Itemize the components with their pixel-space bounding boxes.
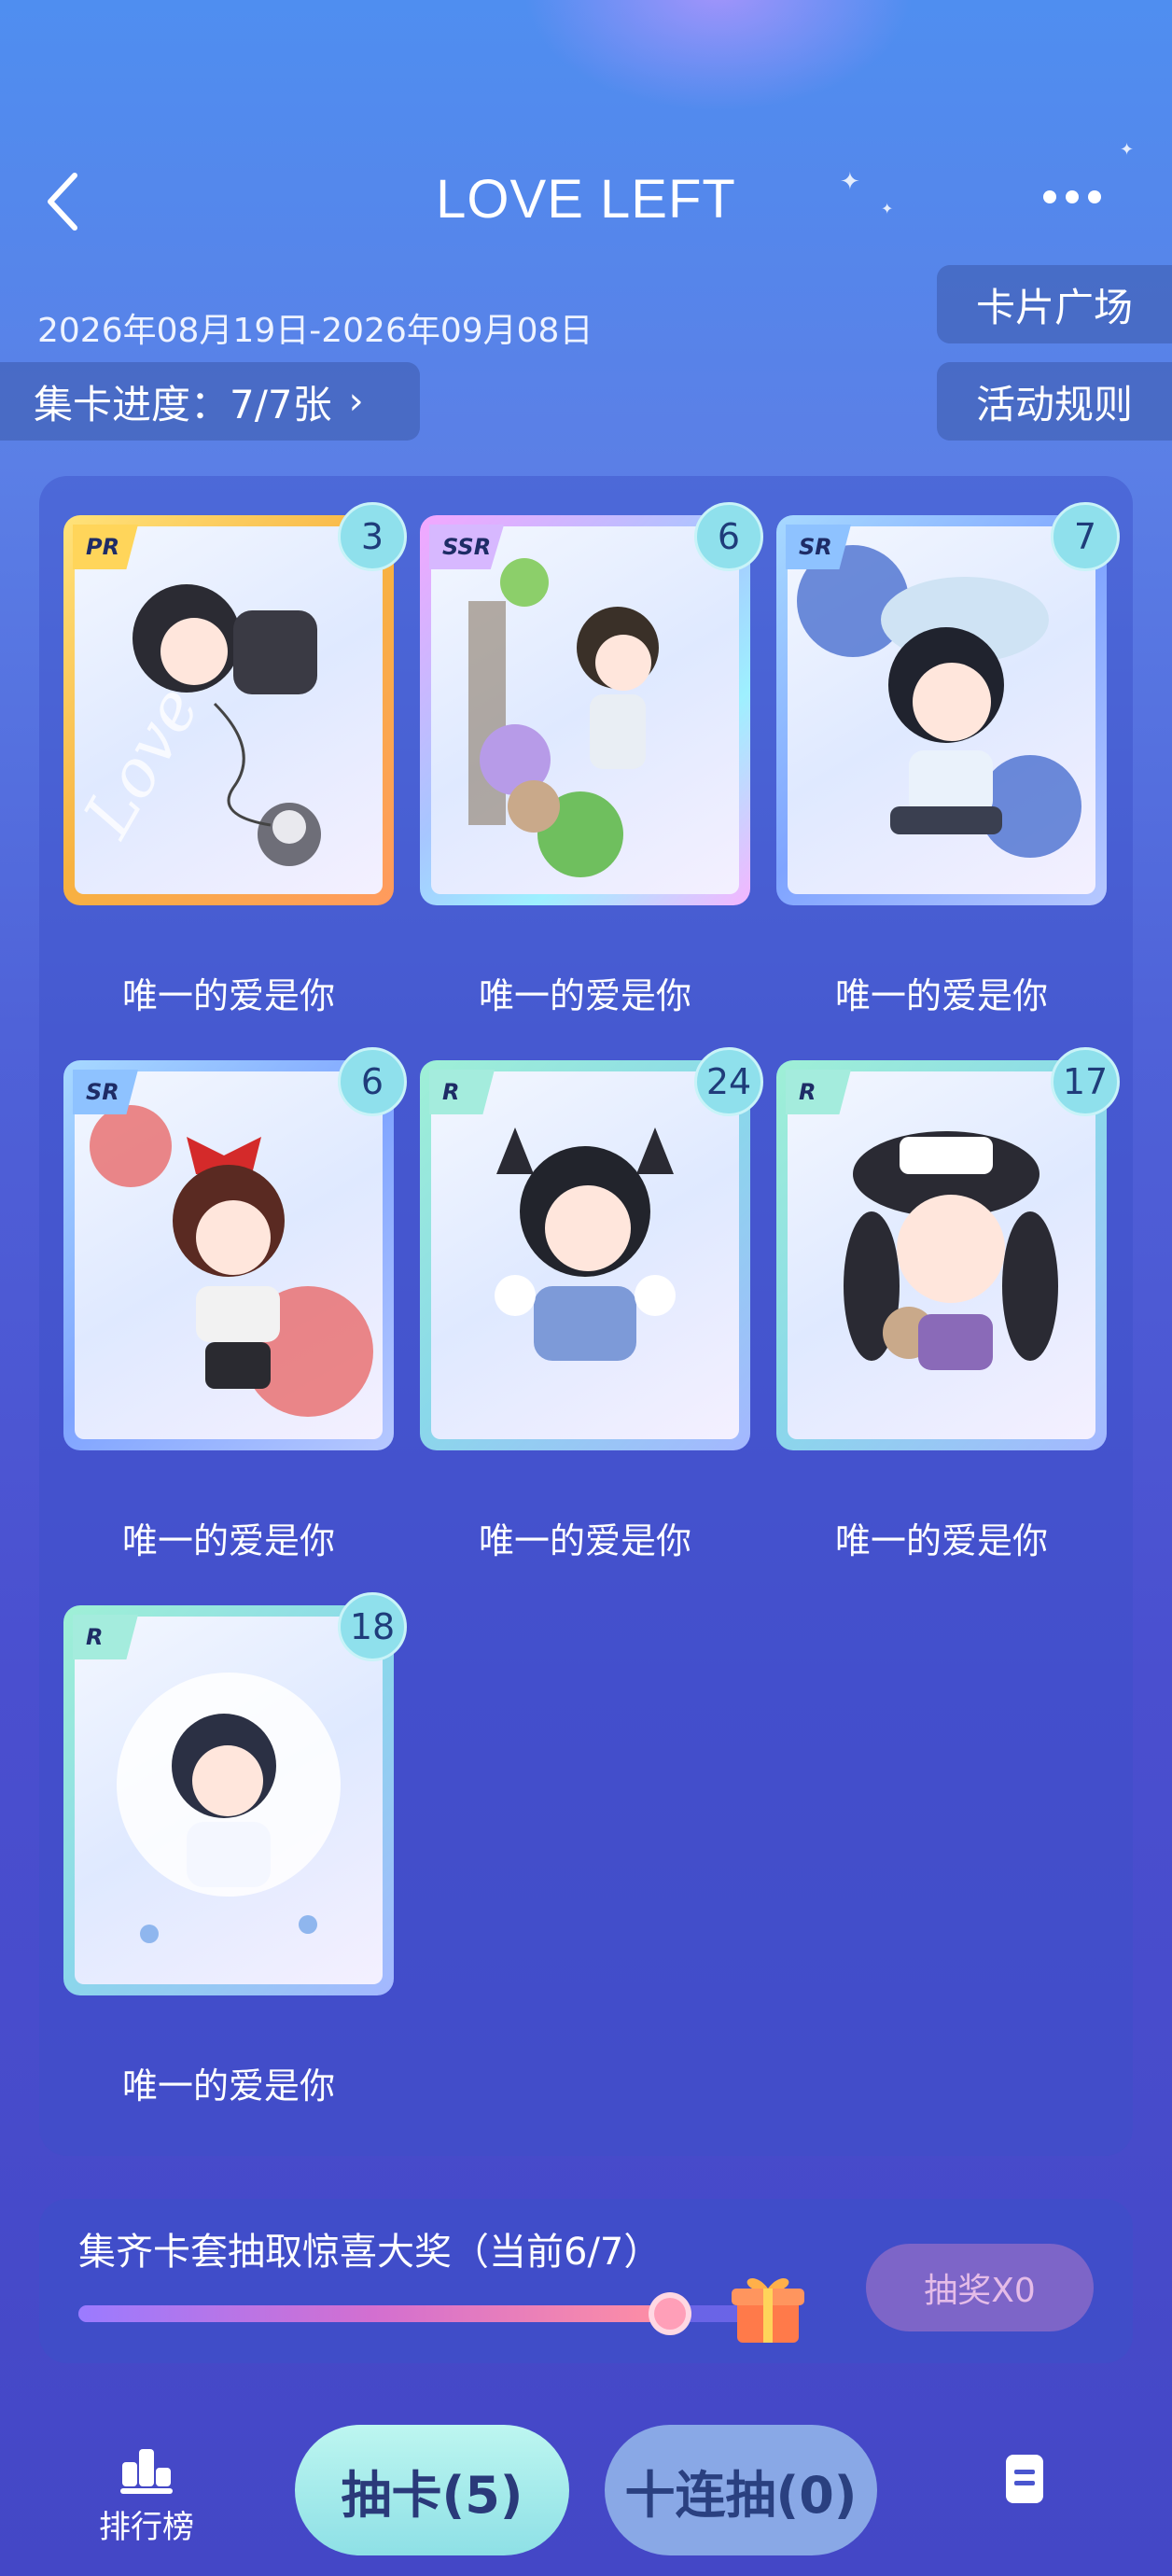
- more-icon-dot: [1066, 189, 1079, 203]
- lottery-draw-button[interactable]: 抽奖X0: [866, 2244, 1094, 2331]
- progress-knob: [649, 2292, 692, 2335]
- card-square-label: 卡片广场: [975, 284, 1133, 330]
- card-square-button[interactable]: 卡片广场: [937, 265, 1172, 343]
- collection-progress-label: 集卡进度：7/7张: [34, 381, 332, 427]
- card-illustration: [788, 526, 1095, 894]
- card-item[interactable]: R 18: [63, 1592, 407, 1995]
- card-name: 唯一的爱是你: [121, 2065, 335, 2107]
- svg-text:Love: Love: [75, 674, 215, 851]
- bonus-progress-fill: [78, 2305, 671, 2322]
- bonus-description: 集齐卡套抽取惊喜大奖（当前6/7）: [78, 2231, 662, 2274]
- background-glow: [523, 0, 914, 112]
- card-count-badge: 18: [338, 1592, 407, 1661]
- record-tab[interactable]: [1004, 2453, 1045, 2505]
- ranking-tab[interactable]: 排行榜: [86, 2445, 207, 2547]
- card-illustration: Love: [75, 526, 383, 894]
- gift-icon: [726, 2264, 810, 2348]
- activity-rules-button[interactable]: 活动规则: [937, 362, 1172, 441]
- card-item[interactable]: SR 7: [776, 502, 1120, 905]
- card-count-badge: 6: [694, 502, 763, 571]
- card-name: 唯一的爱是你: [121, 1520, 335, 1561]
- card-illustration: [431, 1071, 739, 1439]
- chevron-right-icon: ›: [348, 380, 364, 423]
- more-icon-dot: [1088, 189, 1101, 203]
- card-illustration: [75, 1617, 383, 1984]
- ranking-icon: [120, 2449, 173, 2494]
- card-count-badge: 24: [694, 1047, 763, 1116]
- card-count-badge: 6: [338, 1047, 407, 1116]
- card-name: 唯一的爱是你: [478, 975, 691, 1016]
- card-collection-panel: Love PR 3 唯一的爱是你 SSR 6 唯一的爱是你 SR 7 唯一的爱是…: [39, 476, 1133, 2156]
- event-date-range: 2026年08月19日-2026年09月08日: [37, 312, 593, 350]
- card-count-badge: 3: [338, 502, 407, 571]
- card-illustration: [75, 1071, 383, 1439]
- card-name: 唯一的爱是你: [121, 975, 335, 1016]
- record-icon: [1006, 2455, 1043, 2503]
- card-item[interactable]: R 17: [776, 1047, 1120, 1450]
- collection-progress-button[interactable]: 集卡进度：7/7张 ›: [0, 362, 420, 441]
- draw-card-button[interactable]: 抽卡(5): [295, 2425, 569, 2555]
- card-count-badge: 7: [1051, 502, 1120, 571]
- card-item[interactable]: R 24: [420, 1047, 763, 1450]
- card-item[interactable]: SR 6: [63, 1047, 407, 1450]
- ten-draw-button[interactable]: 十连抽(0): [605, 2425, 877, 2555]
- ranking-label: 排行榜: [99, 2509, 194, 2546]
- sparkle-icon: ✦: [1120, 140, 1135, 160]
- card-item[interactable]: SSR 6: [420, 502, 763, 905]
- more-icon: [1043, 189, 1056, 203]
- bonus-progress-panel: 集齐卡套抽取惊喜大奖（当前6/7） 抽奖X0: [39, 2199, 1133, 2363]
- card-name: 唯一的爱是你: [834, 1520, 1048, 1561]
- page-title: LOVE LEFT: [436, 169, 736, 230]
- card-count-badge: 17: [1051, 1047, 1120, 1116]
- card-item[interactable]: Love PR 3: [63, 502, 407, 905]
- card-name: 唯一的爱是你: [478, 1520, 691, 1561]
- more-button[interactable]: [1043, 187, 1127, 215]
- card-illustration: [431, 526, 739, 894]
- card-illustration: [788, 1071, 1095, 1439]
- activity-rules-label: 活动规则: [975, 381, 1133, 427]
- card-name: 唯一的爱是你: [834, 975, 1048, 1016]
